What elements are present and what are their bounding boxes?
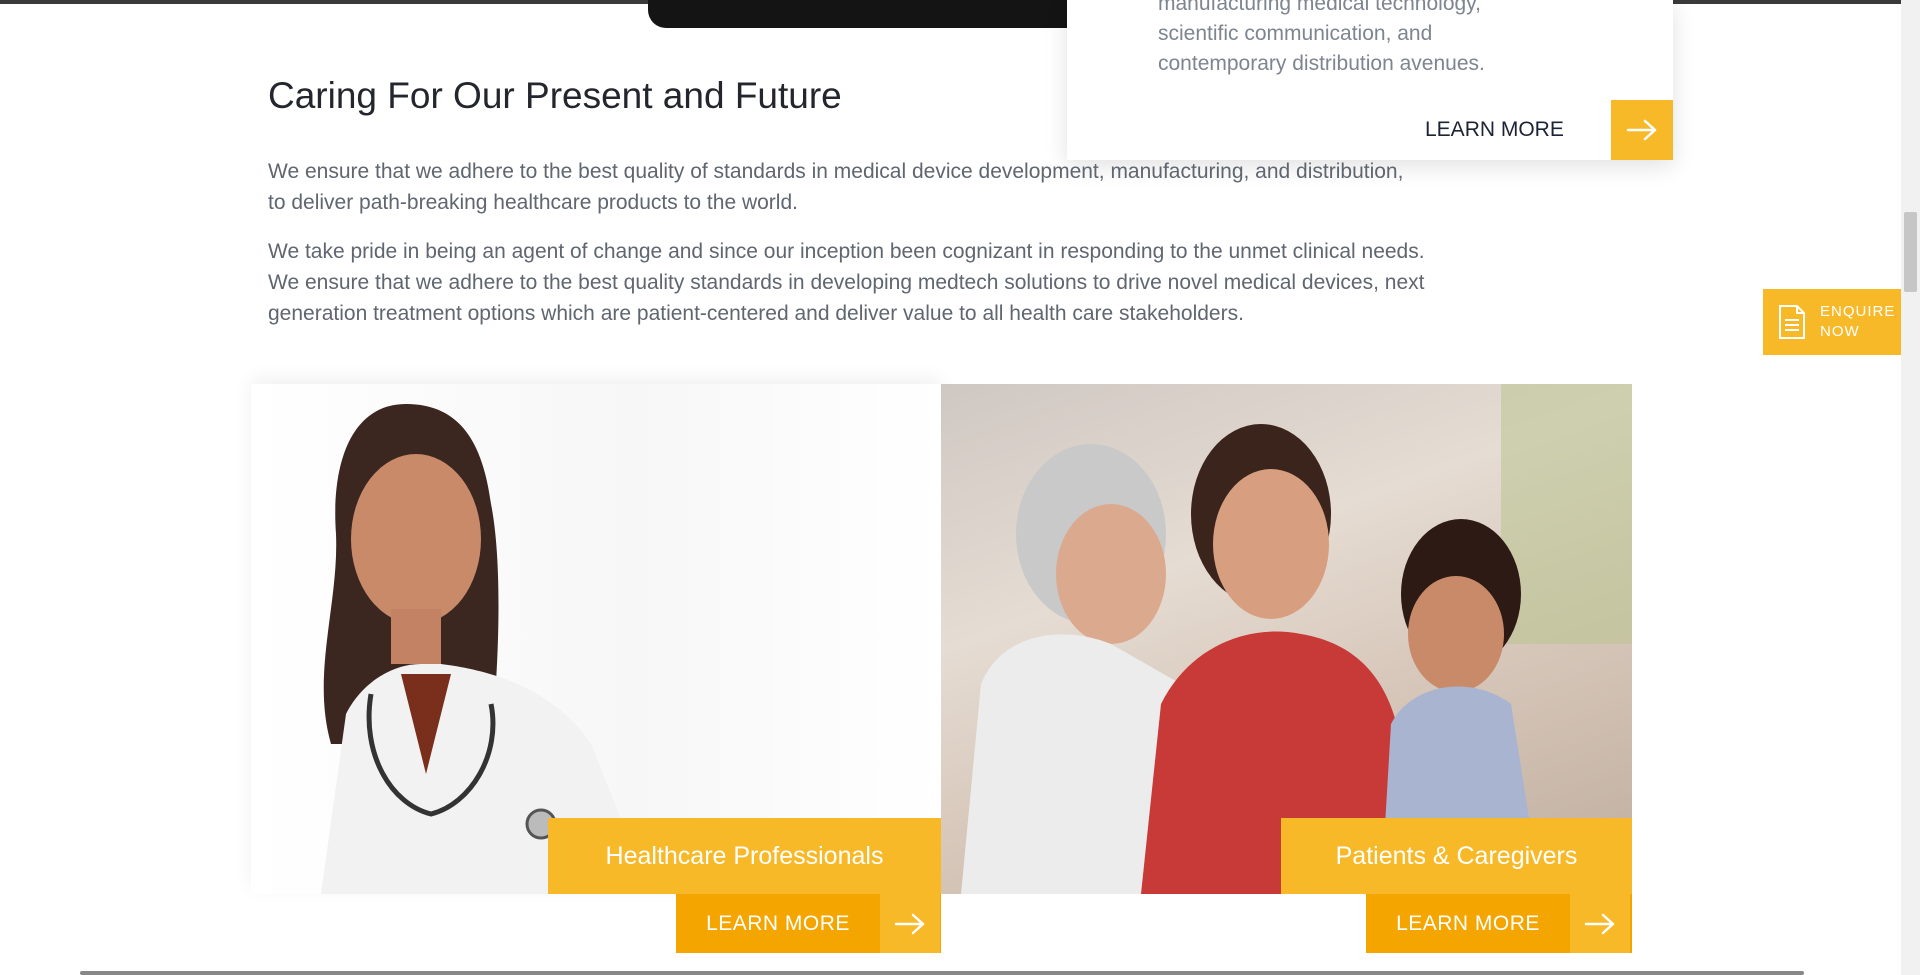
feature-card-arrow-button[interactable]: [1611, 100, 1673, 160]
hcp-learn-more-label: LEARN MORE: [706, 911, 850, 935]
arrow-right-icon: [1626, 119, 1657, 141]
scrollbar-track[interactable]: [1901, 0, 1920, 975]
enquire-now-button[interactable]: ENQUIRE NOW: [1763, 289, 1901, 355]
feature-card: manufacturing medical technology, scient…: [1067, 0, 1673, 160]
bottom-divider: [80, 971, 1804, 975]
feature-card-text: manufacturing medical technology, scient…: [1158, 0, 1485, 75]
mission-paragraph: We take pride in being an agent of chang…: [268, 240, 1425, 325]
arrow-right-icon: [1584, 913, 1615, 934]
patients-learn-more-button[interactable]: LEARN MORE: [1366, 894, 1632, 953]
healthcare-professionals-label: Healthcare Professionals: [548, 818, 941, 894]
intro-paragraph: We ensure that we adhere to the best qua…: [268, 160, 1404, 214]
section-heading: Caring For Our Present and Future: [268, 75, 842, 116]
hcp-arrow-button[interactable]: [880, 894, 940, 953]
patients-learn-more-label: LEARN MORE: [1396, 911, 1540, 935]
patients-caregivers-label: Patients & Caregivers: [1281, 818, 1632, 894]
feature-card-learn-more-link[interactable]: LEARN MORE: [1425, 118, 1564, 142]
patients-arrow-button[interactable]: [1570, 894, 1630, 953]
enquire-now-label: ENQUIRE NOW: [1820, 303, 1896, 340]
arrow-right-icon: [894, 913, 925, 934]
scrollbar-thumb[interactable]: [1904, 212, 1917, 292]
document-icon: [1779, 305, 1805, 339]
hcp-learn-more-button[interactable]: LEARN MORE: [676, 894, 941, 953]
